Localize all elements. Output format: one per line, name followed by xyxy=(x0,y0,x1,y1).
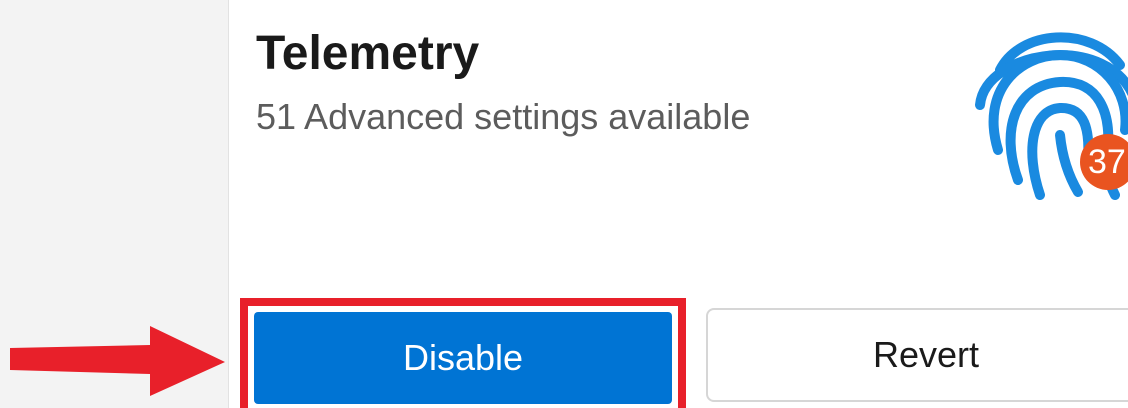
setting-title: Telemetry xyxy=(256,27,480,80)
right-arrow-icon xyxy=(10,326,225,396)
setting-subtitle: 51 Advanced settings available xyxy=(256,96,751,137)
count-badge: 37 xyxy=(1080,134,1128,190)
revert-button[interactable]: Revert xyxy=(706,308,1128,402)
highlight-box xyxy=(240,298,686,408)
